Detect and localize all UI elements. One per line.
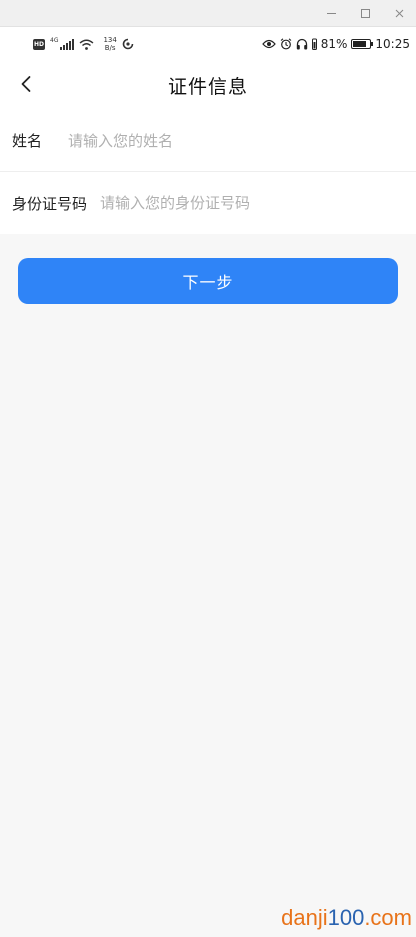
- battery-saver-icon: [311, 38, 317, 50]
- hd-badge: HD: [33, 38, 45, 50]
- clock: 10:25: [375, 37, 410, 51]
- name-label: 姓名: [12, 132, 43, 150]
- watermark-part-3: .com: [364, 905, 412, 930]
- wifi-icon: [80, 39, 94, 50]
- network-generation: 4G: [50, 36, 59, 44]
- eye-icon: [261, 39, 276, 49]
- sync-icon: [122, 38, 134, 50]
- id-info-form: 姓名 身份证号码: [0, 110, 416, 234]
- name-row: 姓名: [0, 110, 416, 172]
- site-watermark: danji100.com: [281, 905, 412, 931]
- next-button[interactable]: 下一步: [18, 258, 398, 304]
- status-left: HD 4G 134 B/s: [33, 33, 134, 55]
- battery-icon: [351, 39, 374, 49]
- battery-level-fill: [353, 41, 367, 47]
- minimize-icon[interactable]: [314, 0, 348, 26]
- name-input[interactable]: [68, 131, 416, 150]
- battery-percent: 81%: [320, 37, 348, 51]
- network-speed: 134 B/s: [103, 36, 116, 52]
- headphones-icon: [296, 38, 307, 50]
- close-icon[interactable]: [382, 0, 416, 26]
- id-number-input[interactable]: [100, 194, 416, 212]
- speed-value: 134: [103, 36, 117, 44]
- signal-icon: [60, 38, 75, 50]
- alarm-icon: [280, 38, 292, 50]
- app-header: 证件信息: [0, 60, 416, 110]
- id-number-label: 身份证号码: [12, 194, 88, 213]
- window-title-bar: [0, 0, 416, 27]
- status-right: 81% 10:25: [261, 33, 410, 55]
- speed-unit: B/s: [104, 44, 116, 52]
- status-bar: HD 4G 134 B/s 81% 10:25: [0, 27, 416, 60]
- watermark-part-2: 100: [327, 905, 365, 930]
- page-title: 证件信息: [167, 76, 248, 98]
- watermark-part-1: danji: [281, 905, 328, 930]
- maximize-icon[interactable]: [348, 0, 382, 26]
- id-number-row: 身份证号码: [0, 172, 416, 234]
